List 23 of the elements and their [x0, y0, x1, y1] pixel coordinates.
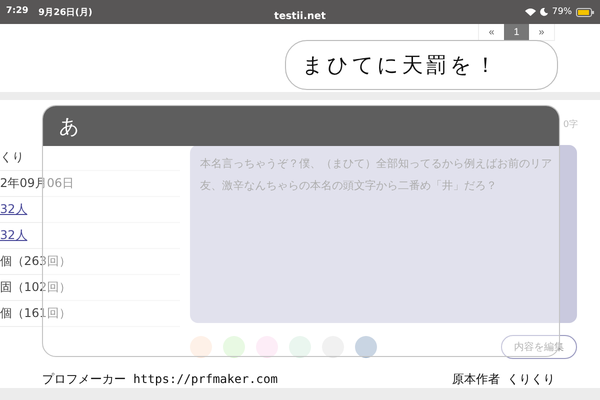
color-swatch[interactable]	[289, 336, 311, 358]
battery-text: 79%	[552, 7, 572, 17]
count-link[interactable]: 32人	[0, 227, 28, 244]
char-count: 0字	[563, 118, 578, 131]
date-text: 9月26日(月)	[38, 6, 92, 18]
overlay-title: あ	[43, 106, 559, 146]
count-link[interactable]: 32人	[0, 201, 28, 218]
wifi-icon	[524, 8, 536, 16]
message-text: 本名言っちゃうぞ？僕、（まひて）全部知ってるから例えばお前のリア友、激辛なんちゃらの本名の頭文字から二番め「井」だろ？	[190, 145, 577, 323]
color-swatch[interactable]	[256, 336, 278, 358]
color-swatch[interactable]	[190, 336, 212, 358]
profile-row: 個（263回）	[0, 249, 180, 275]
color-swatch[interactable]	[322, 336, 344, 358]
time-text: 7:29	[6, 6, 28, 18]
footer-credit: プロフメーカー https://prfmaker.com	[42, 370, 278, 388]
original-author: 原本作者 くりくり	[452, 370, 555, 388]
url-text: testii.net	[274, 10, 326, 22]
battery-icon	[576, 8, 594, 16]
color-swatch[interactable]	[355, 336, 377, 358]
color-swatch[interactable]	[223, 336, 245, 358]
page-button[interactable]: 1	[504, 24, 529, 40]
moon-icon	[540, 8, 548, 16]
speech-bubble: まひてに天罰を！	[285, 40, 558, 90]
